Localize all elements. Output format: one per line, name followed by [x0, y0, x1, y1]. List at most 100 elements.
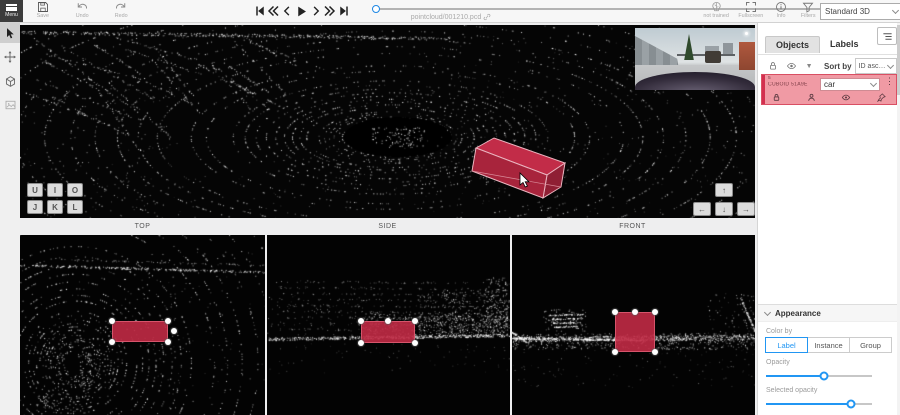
chevron-down-icon — [764, 308, 771, 315]
step-backward-button[interactable] — [281, 3, 294, 19]
tool-cuboid[interactable] — [0, 71, 20, 91]
tabs-divider — [758, 54, 900, 55]
slider-fill — [766, 403, 851, 405]
key-button-u[interactable]: U — [27, 183, 43, 197]
resize-handle[interactable] — [652, 349, 658, 355]
save-label: Save — [37, 13, 49, 18]
not-trained-button[interactable]: not trained — [700, 1, 732, 19]
top-projection-view[interactable] — [20, 235, 265, 415]
tab-labels[interactable]: Labels — [820, 36, 869, 53]
menu-button[interactable]: Menu — [0, 0, 23, 22]
cuboid-3d[interactable] — [472, 138, 565, 198]
panel-layout-button[interactable] — [877, 27, 897, 45]
rotate-handle[interactable] — [171, 328, 177, 334]
object-pin-button[interactable] — [877, 93, 886, 102]
arrow-left-button[interactable]: ← — [693, 202, 711, 216]
tab-objects[interactable]: Objects — [765, 36, 820, 53]
timeline-thumb[interactable] — [372, 5, 380, 13]
resize-handle[interactable] — [612, 349, 618, 355]
skip-start-button[interactable] — [253, 3, 266, 19]
rotate-handle[interactable] — [385, 318, 391, 324]
projection-labels: TOP SIDE FRONT — [20, 218, 755, 235]
key-button-i[interactable]: I — [47, 183, 63, 197]
skip-end-button[interactable] — [337, 3, 350, 19]
cuboid-side-view[interactable] — [361, 321, 415, 343]
resize-handle[interactable] — [109, 318, 115, 324]
arrow-down-button[interactable]: ↓ — [715, 202, 733, 216]
rotate-handle[interactable] — [632, 309, 638, 315]
cuboid-front-view[interactable] — [615, 312, 655, 352]
save-button[interactable]: Save — [30, 1, 56, 19]
object-menu-button[interactable]: ⋮ — [885, 77, 894, 86]
camera-preview[interactable] — [635, 28, 755, 90]
object-author-button[interactable] — [807, 93, 816, 102]
fast-forward-button[interactable] — [323, 3, 336, 19]
play-button[interactable] — [295, 3, 308, 19]
redo-button[interactable]: Redo — [108, 1, 134, 19]
resize-handle[interactable] — [165, 318, 171, 324]
color-by-label-button[interactable]: Label — [765, 337, 808, 353]
mode-select[interactable]: Standard 3D — [820, 3, 900, 20]
tool-select-cursor[interactable] — [0, 23, 20, 43]
object-class-select[interactable]: car — [820, 78, 880, 91]
resize-handle[interactable] — [652, 309, 658, 315]
key-label: U — [32, 186, 38, 195]
chevron-down-icon — [887, 61, 894, 68]
object-lock-button[interactable] — [772, 93, 781, 102]
key-label: K — [52, 203, 58, 212]
object-visibility-button[interactable] — [841, 93, 851, 102]
playback-controls — [253, 3, 350, 19]
lock-icon — [772, 93, 781, 102]
lock-icon — [768, 61, 778, 71]
cuboid-top-view[interactable] — [112, 321, 168, 342]
eye-icon — [841, 93, 851, 102]
resize-handle[interactable] — [412, 318, 418, 324]
resize-handle[interactable] — [358, 318, 364, 324]
slider-thumb[interactable] — [820, 372, 829, 381]
opacity-slider[interactable] — [766, 371, 872, 381]
object-row-car[interactable]: 5 CUBOID 51A9E car ⋮ — [761, 74, 897, 105]
step-forward-button[interactable] — [309, 3, 322, 19]
menu-label: Menu — [5, 12, 18, 17]
filters-button[interactable]: Filters — [796, 1, 820, 19]
sort-select[interactable]: ID asc… — [855, 58, 897, 74]
panel-tabs: Objects Labels — [765, 36, 869, 53]
key-button-o[interactable]: O — [67, 183, 83, 197]
camera-sun-glare — [745, 32, 748, 35]
arrow-right-button[interactable]: → — [737, 202, 755, 216]
resize-handle[interactable] — [109, 339, 115, 345]
resize-handle[interactable] — [165, 339, 171, 345]
front-projection-view[interactable] — [512, 235, 755, 415]
selected-opacity-slider[interactable] — [766, 399, 872, 409]
key-button-l[interactable]: L — [67, 200, 83, 214]
key-button-k[interactable]: K — [47, 200, 63, 214]
fast-backward-button[interactable] — [267, 3, 280, 19]
undo-button[interactable]: Undo — [69, 1, 95, 19]
appearance-title: Appearance — [775, 309, 821, 318]
tool-pan[interactable] — [0, 47, 20, 67]
color-by-group-button[interactable]: Group — [849, 337, 892, 353]
arrow-up-button[interactable]: ↑ — [715, 183, 733, 197]
floppy-icon — [37, 1, 49, 13]
appearance-header[interactable]: Appearance — [758, 304, 900, 322]
resize-handle[interactable] — [412, 340, 418, 346]
expand-all-button[interactable]: ▼ — [800, 63, 818, 70]
step-forward-icon — [310, 5, 321, 17]
cursor-icon — [4, 27, 16, 39]
visibility-all-button[interactable] — [782, 61, 800, 71]
tool-image[interactable] — [0, 95, 20, 115]
appearance-section: Appearance Color by Label Instance Group… — [758, 304, 900, 415]
app-root: Menu Save Undo — [0, 0, 900, 415]
info-button[interactable]: Info — [770, 1, 792, 19]
fullscreen-button[interactable]: Fullscreen — [736, 1, 766, 19]
resize-handle[interactable] — [358, 340, 364, 346]
side-projection-view[interactable] — [267, 235, 510, 415]
color-by-instance-button[interactable]: Instance — [807, 337, 850, 353]
redo-icon — [115, 1, 127, 13]
resize-handle[interactable] — [612, 309, 618, 315]
lock-all-button[interactable] — [764, 61, 782, 71]
slider-thumb[interactable] — [846, 400, 855, 409]
hamburger-icon — [6, 4, 17, 11]
object-id: CUBOID 51A9E — [768, 82, 808, 87]
key-button-j[interactable]: J — [27, 200, 43, 214]
